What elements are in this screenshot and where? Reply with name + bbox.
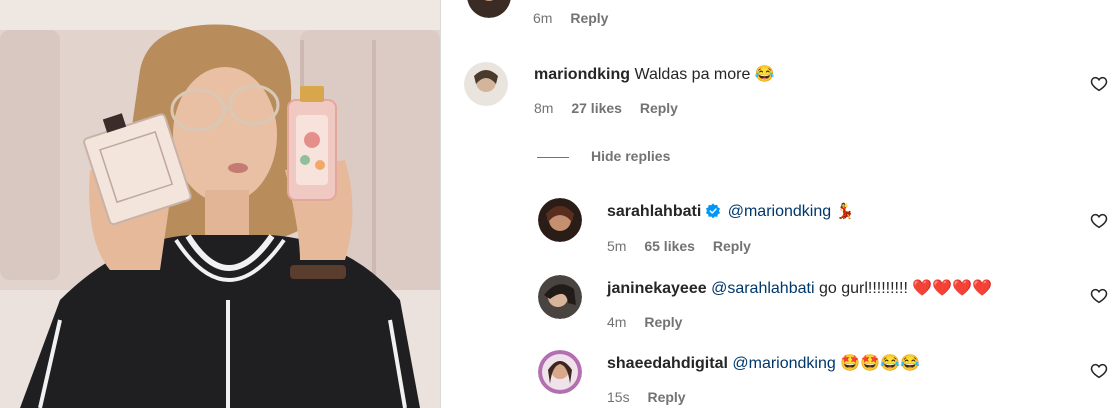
reply-body: sarahlahbati @mariondking 💃 [607, 202, 854, 222]
mention-link[interactable]: @mariondking [732, 355, 835, 372]
reply-meta: 15s Reply [607, 388, 700, 406]
comments-panel: 6m Reply mariondking Waldas pa more 😂 8m… [441, 0, 1120, 408]
heart-outline-icon[interactable] [1090, 75, 1108, 93]
mention-link[interactable]: @mariondking [728, 203, 831, 220]
reply-text: 💃 [835, 203, 855, 220]
reply-time: 15s [607, 389, 630, 405]
avatar[interactable] [538, 275, 582, 319]
comment-meta: 6m Reply [533, 9, 622, 27]
reply-button[interactable]: Reply [570, 10, 608, 26]
reply-time: 5m [607, 238, 627, 254]
reply-button[interactable]: Reply [640, 100, 678, 116]
reply-username[interactable]: sarahlahbati [607, 203, 701, 220]
heart-outline-icon[interactable] [1090, 287, 1108, 305]
reply-time: 4m [607, 314, 627, 330]
comment-meta: 8m 27 likes Reply [534, 99, 692, 117]
reply-text: 🤩🤩😂😂 [840, 355, 920, 372]
comment-time: 8m [534, 100, 554, 116]
hide-replies-label: Hide replies [591, 148, 671, 164]
comment-text: Waldas pa more 😂 [634, 66, 775, 83]
reply-body: janinekayeee @sarahlahbati go gurl!!!!!!… [607, 279, 992, 299]
likes-count[interactable]: 65 likes [644, 238, 695, 254]
verified-badge-icon [706, 203, 721, 219]
reply-button[interactable]: Reply [713, 238, 751, 254]
comment-time: 6m [533, 10, 553, 26]
avatar[interactable] [538, 198, 582, 242]
heart-outline-icon[interactable] [1090, 212, 1108, 230]
reply-username[interactable]: janinekayeee [607, 280, 707, 297]
hide-replies-button[interactable]: Hide replies [537, 147, 670, 165]
post-photo [0, 0, 440, 408]
avatar[interactable] [538, 350, 582, 394]
reply-body: shaeedahdigital @mariondking 🤩🤩😂😂 [607, 354, 920, 374]
comment-body: mariondking Waldas pa more 😂 [534, 65, 775, 85]
mention-link[interactable]: @sarahlahbati [711, 280, 814, 297]
avatar[interactable] [464, 62, 508, 106]
divider-line [537, 156, 569, 158]
heart-outline-icon[interactable] [1090, 362, 1108, 380]
likes-count[interactable]: 27 likes [571, 100, 622, 116]
reply-button[interactable]: Reply [647, 389, 685, 405]
reply-username[interactable]: shaeedahdigital [607, 355, 728, 372]
reply-meta: 4m Reply [607, 313, 696, 331]
reply-button[interactable]: Reply [644, 314, 682, 330]
reply-meta: 5m 65 likes Reply [607, 237, 765, 255]
avatar[interactable] [467, 0, 511, 18]
reply-text: go gurl!!!!!!!!! ❤️❤️❤️❤️ [818, 280, 993, 297]
comment-username[interactable]: mariondking [534, 66, 630, 83]
